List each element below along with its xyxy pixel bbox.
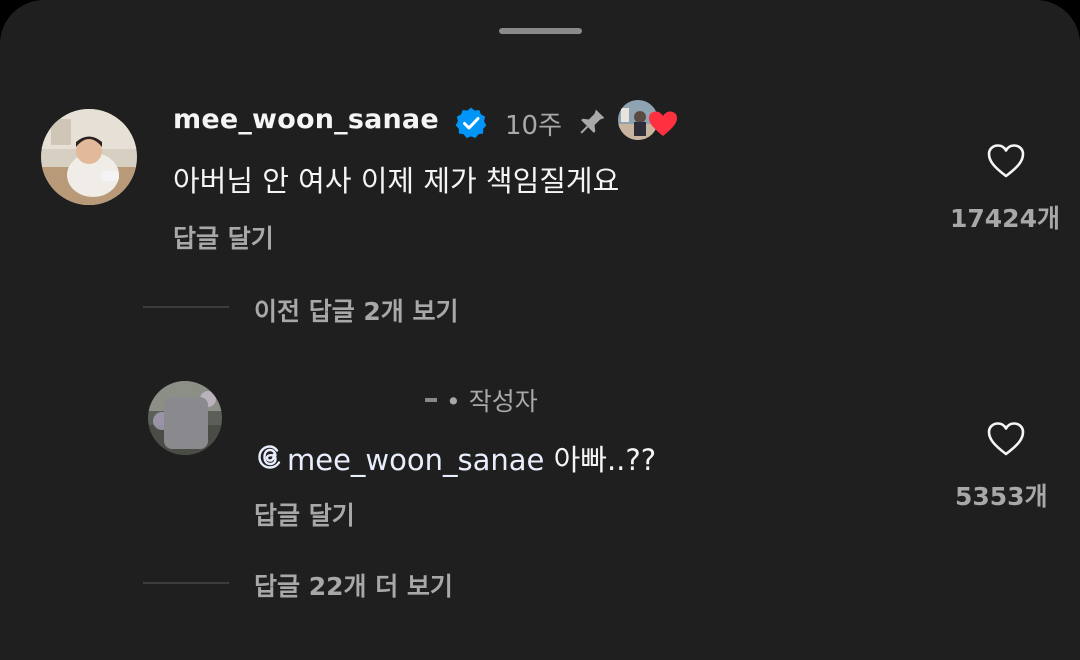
- comment-text: 아버님 안 여사 이제 제가 책임질게요: [173, 164, 620, 198]
- reply-text-line: mee_woon_sanae 아빠..??: [287, 437, 656, 479]
- author-heart-icon: [649, 111, 677, 136]
- commenter-avatar[interactable]: [41, 109, 137, 205]
- drag-handle[interactable]: [499, 28, 582, 34]
- reply-reply-button[interactable]: 답글 달기: [254, 496, 355, 532]
- comments-sheet: mee_woon_sanae 10주 아버님 안 여사 이제 제가 책임질게요 …: [0, 0, 1080, 660]
- like-heart-icon[interactable]: [986, 143, 1026, 179]
- reply-button[interactable]: 답글 달기: [173, 219, 274, 255]
- reply-like-heart-icon[interactable]: [986, 421, 1026, 457]
- thread-line: [143, 306, 229, 308]
- reply-like-count: 5353개: [955, 482, 1048, 511]
- verified-badge-icon: [455, 107, 487, 138]
- reply-avatar[interactable]: [148, 381, 222, 455]
- reply-text: 아빠..??: [544, 443, 657, 477]
- mention-link[interactable]: mee_woon_sanae: [287, 443, 544, 477]
- pin-icon: [580, 109, 605, 134]
- comment-time: 10주: [505, 111, 563, 141]
- redacted-username: [425, 398, 437, 402]
- like-count: 17424개: [950, 204, 1060, 233]
- view-previous-replies-button[interactable]: 이전 답글 2개 보기: [254, 292, 459, 328]
- threads-mention-icon: [258, 445, 281, 469]
- comment-username[interactable]: mee_woon_sanae: [173, 104, 439, 135]
- view-more-replies-button[interactable]: 답글 22개 더 보기: [254, 567, 453, 603]
- author-tag: • 작성자: [446, 387, 538, 416]
- thread-line-more: [143, 582, 229, 584]
